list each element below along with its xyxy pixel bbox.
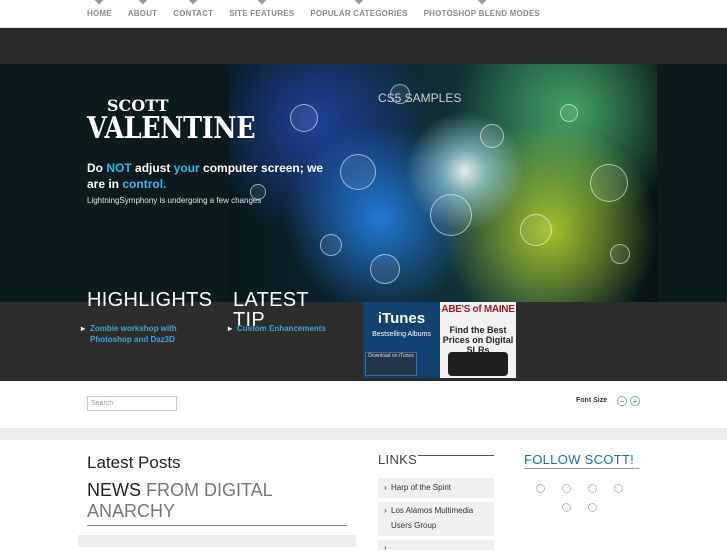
- nav-label: ABOUT: [127, 9, 158, 18]
- loading-icon[interactable]: [588, 484, 597, 493]
- links-rule: [418, 455, 494, 456]
- itunes-download-badge: Download on iTunes: [365, 352, 417, 376]
- abes-of-maine-ad[interactable]: ABE'S of MAINE Find the Best Prices on D…: [440, 302, 516, 378]
- nav-label: HOME: [87, 9, 112, 18]
- nav-item-home[interactable]: HOME: [87, 0, 112, 18]
- highlights-title: HIGHLIGHTS: [87, 289, 213, 311]
- abes-ad-subtitle: Find the Best Prices on Digital SLRs: [442, 325, 514, 355]
- latest-posts-heading: Latest Posts: [87, 453, 181, 472]
- abes-ad-title: ABE'S of MAINE: [441, 304, 515, 315]
- nav-item-contact[interactable]: CONTACT: [173, 0, 213, 18]
- logo-line2: VALENTINE: [87, 111, 256, 146]
- nav-marker-icon: [353, 0, 364, 5]
- header-band: [0, 28, 727, 64]
- post-divider: [87, 525, 347, 526]
- tagline-part: Do: [87, 161, 107, 175]
- link-los-alamos[interactable]: Los Alamos Multimedia Users Group: [378, 502, 494, 536]
- font-increase-button[interactable]: +: [630, 396, 640, 406]
- link-item[interactable]: [378, 540, 494, 555]
- camera-image: [448, 352, 508, 376]
- font-decrease-button[interactable]: −: [617, 396, 627, 406]
- follow-rule: [524, 468, 639, 469]
- nav-marker-icon: [188, 0, 199, 5]
- site-logo[interactable]: SCOTT VALENTINE: [87, 98, 285, 144]
- cs5-samples-link[interactable]: CS5 SAMPLES: [378, 91, 461, 105]
- itunes-ad-subtitle: Bestselling Albums: [372, 331, 431, 338]
- highlight-link[interactable]: Zombie workshop with Photoshop and Daz3D: [81, 323, 220, 345]
- follow-heading: FOLLOW SCOTT!: [524, 452, 635, 467]
- nav-marker-icon: [137, 0, 148, 5]
- post-title-part: NEWS: [87, 480, 147, 500]
- itunes-ad[interactable]: iTunes Bestselling Albums Download on iT…: [363, 302, 440, 378]
- top-nav: HOME ABOUT CONTACT SITE FEATURES POPULAR…: [0, 0, 727, 28]
- nav-marker-icon: [94, 0, 105, 5]
- hero-tagline: Do NOT adjust your computer screen; we a…: [87, 160, 337, 192]
- nav-label: PHOTOSHOP BLEND MODES: [423, 9, 540, 18]
- nav-item-site-features[interactable]: SITE FEATURES: [229, 0, 294, 18]
- link-harp-of-the-spirit[interactable]: Harp of the Spirit: [378, 478, 494, 498]
- loading-icon[interactable]: [536, 484, 545, 493]
- tagline-part: NOT: [106, 161, 132, 175]
- post-title[interactable]: NEWS FROM DIGITAL ANARCHY: [87, 480, 327, 522]
- section-divider: [0, 428, 727, 440]
- loading-icon[interactable]: [614, 484, 623, 493]
- hero-subtext: LightningSymphony is undergoing a few ch…: [87, 196, 262, 205]
- font-size-label: Font Size: [576, 397, 608, 404]
- nav-label: SITE FEATURES: [229, 9, 295, 18]
- nav-marker-icon: [256, 0, 267, 5]
- loading-icon[interactable]: [562, 484, 571, 493]
- nav-item-photoshop-blend-modes[interactable]: PHOTOSHOP BLEND MODES: [424, 0, 540, 18]
- loading-icon[interactable]: [588, 503, 597, 512]
- nav-item-about[interactable]: ABOUT: [128, 0, 157, 18]
- nav-label: POPULAR CATEGORIES: [310, 9, 408, 18]
- latest-tip-link[interactable]: Custom Enhancements: [228, 323, 357, 334]
- tagline-part: adjust: [131, 161, 174, 175]
- search-input[interactable]: Search: [87, 396, 177, 411]
- links-heading: LINKS: [378, 452, 418, 467]
- post-body: [78, 535, 356, 547]
- loading-icon[interactable]: [562, 503, 571, 512]
- nav-label: CONTACT: [173, 9, 214, 18]
- nav-marker-icon: [476, 0, 487, 5]
- nav-item-popular-categories[interactable]: POPULAR CATEGORIES: [310, 0, 407, 18]
- itunes-ad-title: iTunes: [377, 310, 426, 327]
- tagline-part: your: [173, 161, 200, 175]
- tagline-part: control.: [122, 177, 167, 191]
